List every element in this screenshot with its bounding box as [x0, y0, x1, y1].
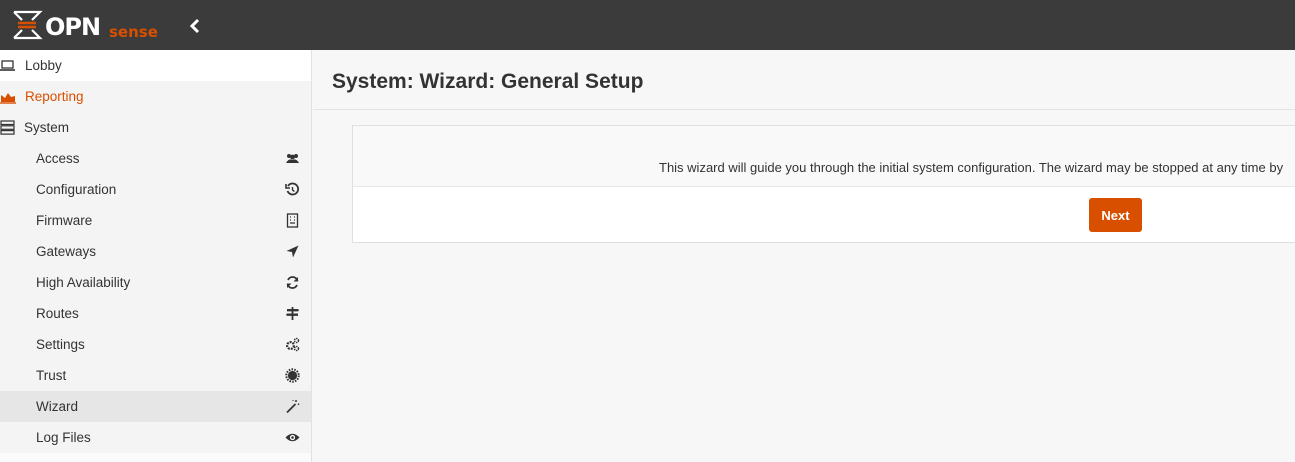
sidebar-item-label: Wizard [36, 399, 79, 414]
wizard-intro-text: This wizard will guide you through the i… [659, 160, 1284, 175]
sidebar-item-configuration[interactable]: Configuration [0, 174, 311, 205]
logo-text-sense: sense [109, 23, 158, 41]
users-icon [286, 154, 299, 163]
logo-text-opn: OPN [45, 13, 100, 41]
sidebar-item-label: Firmware [36, 213, 93, 228]
sidebar-item-label: Reporting [25, 89, 84, 104]
magic-icon [286, 400, 300, 414]
sidebar-item-label: System [24, 120, 70, 135]
opnsense-logo[interactable]: OPN sense [12, 8, 167, 42]
sidebar-item-label: Settings [36, 337, 85, 352]
history-icon [285, 182, 299, 196]
sidebar-item-firmware[interactable]: Firmware [0, 205, 311, 236]
sidebar-item-system[interactable]: System [0, 112, 311, 143]
map-signs-icon [286, 307, 299, 320]
top-navbar: OPN sense [0, 0, 1295, 50]
wizard-panel: This wizard will guide you through the i… [352, 125, 1295, 243]
sidebar-item-access[interactable]: Access [0, 143, 311, 174]
location-arrow-icon [286, 245, 299, 258]
server-icon [0, 120, 15, 135]
sidebar-item-label: Routes [36, 306, 79, 321]
sidebar-item-log-files[interactable]: Log Files [0, 422, 311, 453]
sidebar-item-label: Lobby [25, 58, 62, 73]
chevron-left-icon[interactable] [185, 16, 205, 36]
sidebar-item-settings[interactable]: Settings [0, 329, 311, 360]
main-content: System: Wizard: General Setup This wizar… [313, 50, 1295, 462]
sidebar-item-lobby[interactable]: Lobby [0, 50, 311, 81]
laptop-icon [0, 60, 15, 71]
sidebar-item-label: Configuration [36, 182, 117, 197]
building-icon [286, 213, 299, 228]
sidebar-item-high-availability[interactable]: High Availability [0, 267, 311, 298]
sidebar-item-label: Access [36, 151, 80, 166]
refresh-icon [286, 276, 299, 289]
sidebar-item-label: Log Files [36, 430, 91, 445]
page-header: System: Wizard: General Setup [313, 50, 1295, 110]
sidebar-item-reporting[interactable]: Reporting [0, 81, 311, 112]
sidebar: Lobby Reporting System Access Configurat… [0, 50, 312, 462]
sidebar-item-wizard[interactable]: Wizard [0, 391, 311, 422]
sidebar-item-gateways[interactable]: Gateways [0, 236, 311, 267]
certificate-icon [285, 368, 300, 383]
sidebar-item-label: High Availability [36, 275, 131, 290]
wizard-intro: This wizard will guide you through the i… [353, 126, 1295, 187]
sidebar-item-label: Trust [36, 368, 67, 383]
sidebar-item-trust[interactable]: Trust [0, 360, 311, 391]
sidebar-item-routes[interactable]: Routes [0, 298, 311, 329]
page-title: System: Wizard: General Setup [332, 70, 644, 93]
eye-icon [285, 433, 300, 442]
area-chart-icon [0, 93, 16, 104]
sidebar-item-label: Gateways [36, 244, 97, 259]
cogs-icon [285, 337, 300, 352]
next-button[interactable]: Next [1089, 198, 1142, 232]
